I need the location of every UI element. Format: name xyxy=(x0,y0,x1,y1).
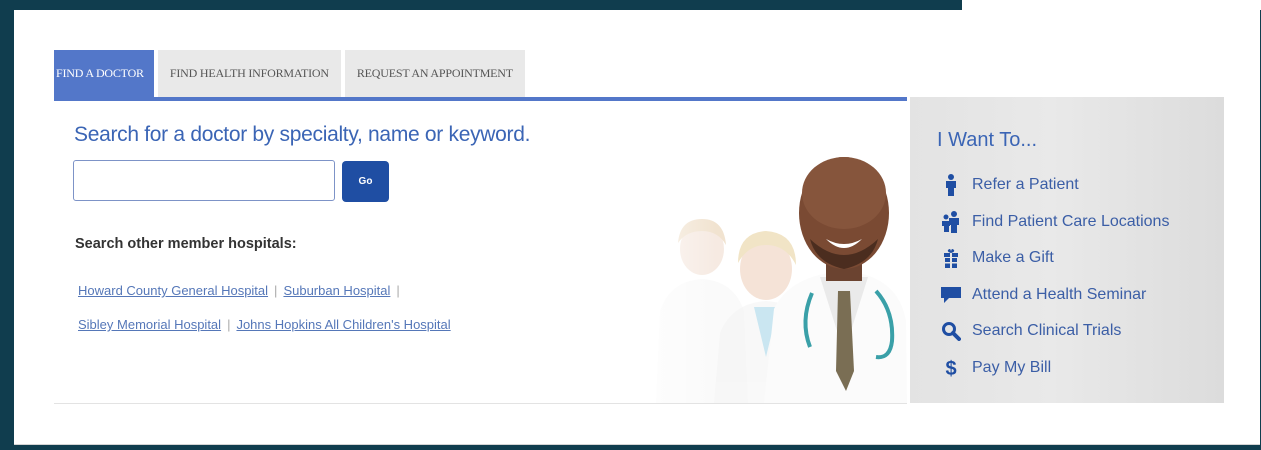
tab-find-a-doctor[interactable]: FIND A DOCTOR xyxy=(54,50,154,97)
search-heading: Search for a doctor by specialty, name o… xyxy=(74,123,531,146)
i-want-to-sidebar: I Want To... Refer a Patient Find Patien… xyxy=(910,97,1224,403)
sidebar-item-label: Attend a Health Seminar xyxy=(972,285,1147,303)
sidebar-item-label: Find Patient Care Locations xyxy=(972,212,1170,230)
find-doctor-widget: FIND A DOCTOR FIND HEALTH INFORMATION RE… xyxy=(14,10,1260,445)
link-separator: | xyxy=(396,283,400,298)
speech-bubble-icon xyxy=(940,284,962,306)
member-hospitals-label: Search other member hospitals: xyxy=(75,236,297,252)
tab-request-an-appointment[interactable]: REQUEST AN APPOINTMENT xyxy=(344,50,525,97)
tab-label: REQUEST AN APPOINTMENT xyxy=(356,66,513,80)
hospital-links-row: Howard County General Hospital | Suburban … xyxy=(78,274,598,308)
sidebar-item-label: Refer a Patient xyxy=(972,176,1079,194)
dollar-icon: $ xyxy=(940,357,962,379)
sidebar-item-attend-a-health-seminar[interactable]: Attend a Health Seminar xyxy=(940,277,1169,314)
link-johns-hopkins-all-childrens-hospital[interactable]: Johns Hopkins All Children's Hospital xyxy=(236,317,450,332)
link-sibley-memorial-hospital[interactable]: Sibley Memorial Hospital xyxy=(78,317,221,332)
link-suburban-hospital[interactable]: Suburban Hospital xyxy=(283,283,390,298)
doctors-illustration xyxy=(614,121,907,403)
sidebar-item-search-clinical-trials[interactable]: Search Clinical Trials xyxy=(940,313,1169,350)
hospital-links-row: Sibley Memorial Hospital | Johns Hopkins A… xyxy=(78,308,598,342)
link-separator: | xyxy=(227,317,231,332)
search-panel: Search for a doctor by specialty, name o… xyxy=(54,101,907,404)
sidebar-title: I Want To... xyxy=(937,129,1038,151)
magnifier-icon xyxy=(940,320,962,342)
doctor-search-input[interactable] xyxy=(73,160,335,201)
window-edge xyxy=(962,0,1261,10)
sidebar-list: Refer a Patient Find Patient Care Locati… xyxy=(940,167,1169,386)
svg-text:$: $ xyxy=(945,358,956,379)
sidebar-item-label: Search Clinical Trials xyxy=(972,322,1122,340)
sidebar-item-refer-a-patient[interactable]: Refer a Patient xyxy=(940,167,1169,204)
link-howard-county-general-hospital[interactable]: Howard County General Hospital xyxy=(78,283,268,298)
link-separator: | xyxy=(274,283,278,298)
tab-find-health-information[interactable]: FIND HEALTH INFORMATION xyxy=(157,50,341,97)
gift-icon xyxy=(940,247,962,269)
sidebar-item-pay-my-bill[interactable]: $ Pay My Bill xyxy=(940,350,1169,387)
sidebar-item-find-patient-care-locations[interactable]: Find Patient Care Locations xyxy=(940,204,1169,241)
sidebar-item-make-a-gift[interactable]: Make a Gift xyxy=(940,240,1169,277)
tab-label: FIND A DOCTOR xyxy=(56,66,144,80)
tab-label: FIND HEALTH INFORMATION xyxy=(169,66,329,80)
sidebar-item-label: Make a Gift xyxy=(972,249,1054,267)
go-button[interactable]: Go xyxy=(342,161,389,202)
people-icon xyxy=(940,210,962,233)
person-icon xyxy=(940,174,962,197)
member-hospital-links: Howard County General Hospital | Suburban … xyxy=(78,274,598,342)
sidebar-item-label: Pay My Bill xyxy=(972,358,1052,376)
tab-bar: FIND A DOCTOR FIND HEALTH INFORMATION RE… xyxy=(54,50,529,97)
